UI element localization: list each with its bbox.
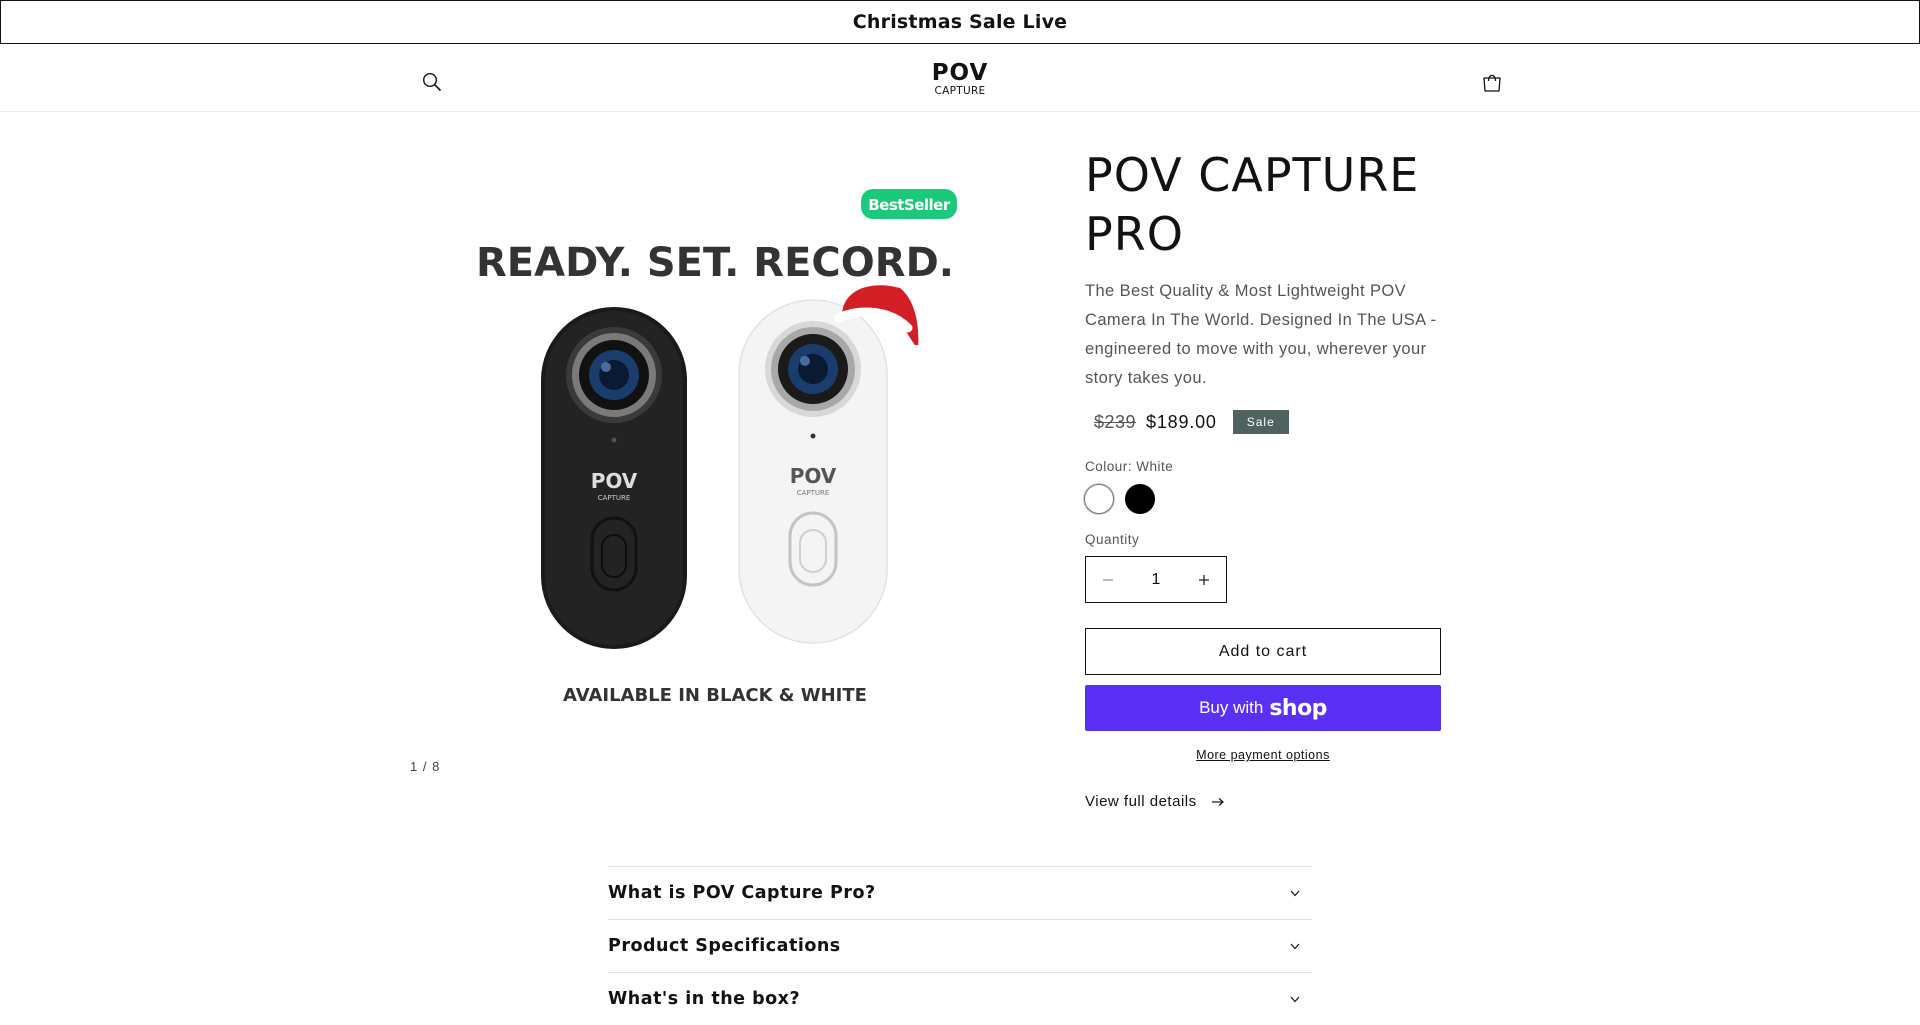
white-camera-logo: POV bbox=[790, 464, 837, 488]
chevron-down-icon bbox=[1290, 890, 1300, 896]
quantity-stepper bbox=[1085, 556, 1227, 603]
black-camera-logo-sub: CAPTURE bbox=[598, 494, 631, 502]
view-full-details-link[interactable]: View full details bbox=[1085, 793, 1225, 810]
cart-icon bbox=[1483, 74, 1501, 92]
regular-price: $239 bbox=[1094, 411, 1137, 432]
accordion-title: Product Specifications bbox=[608, 936, 841, 956]
add-to-cart-label: Add to cart bbox=[1218, 642, 1308, 660]
product-accordion: What is POV Capture Pro? Product Specifi… bbox=[608, 866, 1312, 1025]
site-header: POV CAPTURE bbox=[0, 44, 1920, 112]
price-row: $239 $189.00 Sale bbox=[1094, 410, 1289, 434]
search-button[interactable] bbox=[412, 62, 452, 102]
cart-button[interactable] bbox=[1472, 62, 1512, 102]
bestseller-text: BestSeller bbox=[868, 196, 951, 214]
accordion-title: What is POV Capture Pro? bbox=[608, 883, 876, 903]
headline-text: READY. SET. RECORD. bbox=[476, 240, 954, 286]
caption-text: AVAILABLE IN BLACK & WHITE bbox=[563, 685, 867, 706]
add-to-cart-button[interactable]: Add to cart bbox=[1085, 628, 1441, 675]
chevron-down-icon bbox=[1290, 996, 1300, 1002]
white-camera: POV CAPTURE bbox=[738, 299, 888, 644]
logo-sub-text: CAPTURE bbox=[934, 85, 986, 97]
product-description: The Best Quality & Most Lightweight POV … bbox=[1085, 282, 1437, 387]
quantity-decrease-button[interactable] bbox=[1086, 557, 1130, 602]
colour-label: Colour: White bbox=[1085, 459, 1174, 474]
buy-with-shop-button[interactable]: Buy with shop bbox=[1085, 685, 1441, 731]
site-logo[interactable]: POV CAPTURE bbox=[910, 62, 1010, 102]
product-image-graphic: BestSeller READY. SET. RECORD. POV CAPTU… bbox=[410, 140, 1020, 740]
more-payment-options-link[interactable]: More payment options bbox=[1085, 748, 1441, 762]
quantity-increase-button[interactable] bbox=[1182, 557, 1226, 602]
sale-badge: Sale bbox=[1232, 410, 1289, 434]
product-title: POV CAPTURE PRO bbox=[1085, 148, 1420, 261]
chevron-down-icon bbox=[1290, 943, 1300, 949]
accordion-item-in-the-box[interactable]: What's in the box? bbox=[608, 972, 1312, 1025]
search-icon bbox=[422, 72, 442, 92]
colour-swatch-black[interactable] bbox=[1125, 484, 1155, 514]
view-full-details-label: View full details bbox=[1085, 793, 1197, 810]
plus-icon bbox=[1199, 574, 1209, 585]
arrow-right-icon bbox=[1211, 797, 1224, 806]
announcement-text: Christmas Sale Live bbox=[852, 11, 1068, 33]
shop-logo: shop bbox=[1269, 695, 1327, 721]
accordion-item-specifications[interactable]: Product Specifications bbox=[608, 919, 1312, 972]
quantity-label: Quantity bbox=[1085, 532, 1140, 547]
black-camera-logo: POV bbox=[591, 469, 638, 493]
white-camera-logo-sub: CAPTURE bbox=[797, 489, 830, 497]
black-camera: POV CAPTURE bbox=[541, 307, 687, 649]
accordion-title: What's in the box? bbox=[608, 989, 801, 1009]
minus-icon bbox=[1103, 578, 1113, 581]
logo-main-text: POV bbox=[931, 60, 989, 86]
announcement-bar: Christmas Sale Live bbox=[0, 0, 1920, 44]
quantity-input[interactable] bbox=[1130, 569, 1182, 590]
slide-counter: 1 / 8 bbox=[410, 759, 441, 774]
colour-swatch-white[interactable] bbox=[1084, 484, 1114, 514]
accordion-item-what-is[interactable]: What is POV Capture Pro? bbox=[608, 866, 1312, 919]
product-image[interactable]: BestSeller READY. SET. RECORD. POV CAPTU… bbox=[410, 140, 1020, 740]
buy-with-label: Buy with bbox=[1199, 698, 1264, 717]
sale-price: $189.00 bbox=[1146, 411, 1217, 432]
bestseller-badge: BestSeller bbox=[861, 189, 957, 219]
